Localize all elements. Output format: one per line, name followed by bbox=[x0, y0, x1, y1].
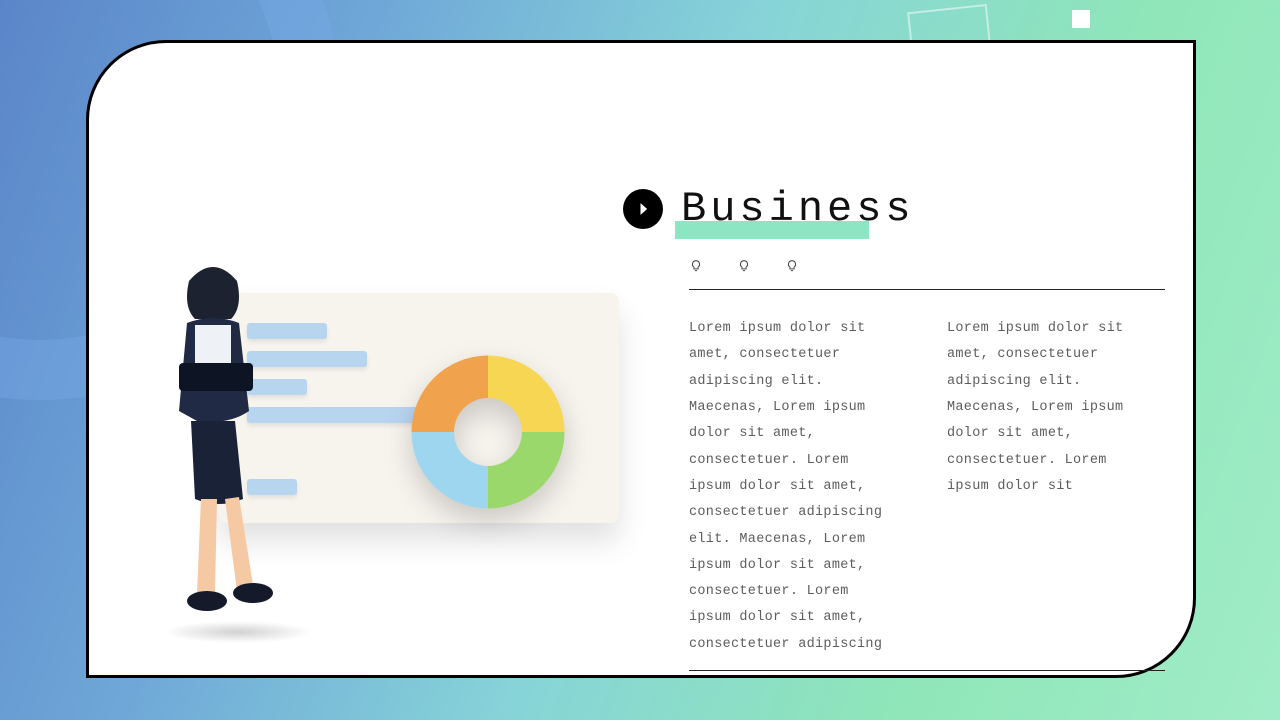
lightbulb-icon bbox=[785, 259, 799, 273]
divider bbox=[689, 289, 1165, 290]
illustration bbox=[129, 263, 639, 643]
lightbulb-icon bbox=[737, 259, 751, 273]
slide-card: Business Lorem ipsum dolor sit amet, con… bbox=[86, 40, 1196, 678]
lightbulb-icon bbox=[689, 259, 703, 273]
content-area: Business Lorem ipsum dolor sit amet, con… bbox=[623, 185, 1169, 671]
arrow-right-icon bbox=[623, 189, 663, 229]
businesswoman-illustration bbox=[149, 261, 289, 621]
bulb-row bbox=[689, 259, 1169, 273]
donut-chart-icon bbox=[403, 347, 573, 517]
divider bbox=[689, 670, 1165, 671]
body-column-2: Lorem ipsum dolor sit amet, consectetuer… bbox=[947, 316, 1157, 658]
body-column-1: Lorem ipsum dolor sit amet, consectetuer… bbox=[689, 316, 899, 658]
slide-title: Business bbox=[681, 185, 915, 233]
